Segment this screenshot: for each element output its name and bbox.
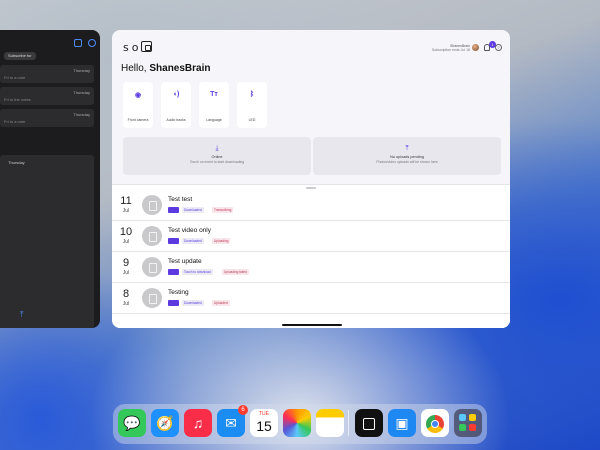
- camera-icon: ◉: [134, 92, 142, 99]
- event-day: 11: [120, 195, 132, 207]
- home-indicator[interactable]: [282, 324, 342, 326]
- calendar-icon[interactable]: TUE 15: [250, 409, 278, 437]
- event-row[interactable]: 8 Jul Testing Downloaded Uploaded: [112, 283, 510, 314]
- subscription-status: Subscription ends Jul 18: [431, 48, 470, 52]
- event-row[interactable]: 11 Jul Test test Downloaded Transcribing: [112, 190, 510, 221]
- tile-label: Language: [206, 118, 222, 122]
- calendar-icon[interactable]: [74, 39, 82, 47]
- upload-title: No uploads pending: [390, 155, 424, 159]
- help-icon[interactable]: ?: [495, 44, 502, 51]
- tile-language[interactable]: Tт Language: [199, 82, 229, 128]
- upload-panel[interactable]: ⤒ No uploads pending Photos/video upload…: [313, 137, 501, 175]
- event-thumbnail: [142, 288, 162, 308]
- upload-status-tag: Uploading: [212, 238, 231, 244]
- left-list-day: Thursday: [73, 90, 90, 95]
- event-month: Jul: [122, 270, 130, 276]
- upload-subtitle: Photos/video uploads will be shown here: [376, 160, 438, 164]
- event-day: 8: [122, 288, 130, 300]
- solo-app-window[interactable]: so ShanesBrain Subscription ends Jul 18 …: [112, 30, 510, 328]
- event-row[interactable]: 9 Jul Test update Touch to download Uplo…: [112, 252, 510, 283]
- dock-separator: [348, 410, 349, 436]
- files-icon[interactable]: ▣: [388, 409, 416, 437]
- left-list-text: Fri to a note: [4, 119, 26, 124]
- tile-led[interactable]: ᛒ LED: [237, 82, 267, 128]
- event-title: Test test: [168, 196, 193, 203]
- calendar-date: 15: [256, 418, 272, 434]
- download-status-tag: Downloaded: [182, 238, 204, 244]
- event-month: Jul: [122, 239, 130, 245]
- event-thumbnail: [142, 226, 162, 246]
- calendar-weekday: TUE: [259, 411, 269, 417]
- event-title: Testing: [168, 289, 189, 296]
- upload-icon: ⤒: [405, 145, 409, 152]
- greeting-username: ShanesBrain: [149, 63, 211, 74]
- sheet-grabber[interactable]: [306, 187, 316, 189]
- event-thumbnail: [142, 257, 162, 277]
- upload-status-tag: Uploading failed: [222, 269, 249, 275]
- upload-status-tag: Transcribing: [212, 207, 234, 213]
- event-title: Test video only: [168, 227, 211, 234]
- event-day: 9: [122, 257, 130, 269]
- left-app-window[interactable]: Subscribe for Thursday Fri to a note Thu…: [0, 30, 100, 328]
- tile-label: Audio tracks: [166, 118, 186, 122]
- left-list-day: Thursday: [73, 112, 90, 117]
- left-list-text: Fri to the notes: [4, 97, 31, 102]
- download-status-tag: Downloaded: [182, 300, 204, 306]
- text-icon: Tт: [210, 91, 218, 98]
- settings-tiles: ◉ Front camera ◖) Audio tracks Tт Langua…: [123, 82, 267, 128]
- music-icon[interactable]: ♫: [184, 409, 212, 437]
- mail-badge: 6: [238, 405, 248, 415]
- minus-circle-icon[interactable]: [88, 39, 96, 47]
- notes-icon[interactable]: [316, 409, 344, 437]
- download-icon: ⤓: [215, 145, 219, 152]
- event-title: Test update: [168, 258, 202, 265]
- left-list-day: Thursday: [73, 68, 90, 73]
- messages-icon[interactable]: 💬: [118, 409, 146, 437]
- left-list-item[interactable]: Thursday Fri to a note: [0, 65, 94, 83]
- safari-icon[interactable]: 🧭: [151, 409, 179, 437]
- bluetooth-icon: ᛒ: [249, 91, 255, 98]
- avatar[interactable]: [472, 44, 479, 51]
- left-list-item[interactable]: Thursday Fri to the notes: [0, 87, 94, 105]
- event-type-tag: [168, 238, 179, 244]
- download-panel[interactable]: ⤓ Online Touch on event to start downloa…: [123, 137, 311, 175]
- event-type-tag: [168, 269, 179, 275]
- event-type-tag: [168, 300, 179, 306]
- event-day: 10: [119, 226, 133, 238]
- solo-app-icon[interactable]: [355, 409, 383, 437]
- event-type-tag: [168, 207, 179, 213]
- greeting: Hello, ShanesBrain: [121, 63, 211, 74]
- download-status-tag: Downloaded: [182, 207, 204, 213]
- left-list-item[interactable]: Thursday Fri to a note: [0, 109, 94, 127]
- upload-icon[interactable]: ⤒: [20, 310, 24, 320]
- event-month: Jul: [122, 301, 130, 307]
- photos-icon[interactable]: [283, 409, 311, 437]
- upload-status-tag: Uploaded: [212, 300, 230, 306]
- logo-mark: [141, 41, 153, 52]
- event-thumbnail: [142, 195, 162, 215]
- download-title: Online: [211, 155, 223, 159]
- app-library-icon[interactable]: [454, 409, 482, 437]
- download-subtitle: Touch on event to start downloading: [189, 160, 245, 164]
- download-status-tag: Touch to download: [182, 269, 213, 275]
- chrome-icon[interactable]: [421, 409, 449, 437]
- user-info[interactable]: ShanesBrain Subscription ends Jul 18: [432, 44, 470, 52]
- solo-logo: so: [123, 41, 153, 54]
- subscribe-chip[interactable]: Subscribe for: [4, 52, 36, 60]
- audio-icon: ◖): [172, 91, 180, 98]
- left-list-text: Fri to a note: [4, 75, 26, 80]
- event-month: Jul: [122, 208, 130, 214]
- tile-front-camera[interactable]: ◉ Front camera: [123, 82, 153, 128]
- left-detail-day: Thursday: [8, 160, 25, 165]
- greeting-text: Hello,: [121, 63, 147, 74]
- left-detail-panel[interactable]: Thursday: [0, 155, 94, 328]
- tile-label: LED: [248, 118, 256, 122]
- event-row[interactable]: 10 Jul Test video only Downloaded Upload…: [112, 221, 510, 252]
- logo-text: so: [123, 41, 142, 54]
- tile-audio-tracks[interactable]: ◖) Audio tracks: [161, 82, 191, 128]
- tile-label: Front camera: [127, 118, 149, 122]
- events-sheet[interactable]: 11 Jul Test test Downloaded Transcribing…: [112, 184, 510, 328]
